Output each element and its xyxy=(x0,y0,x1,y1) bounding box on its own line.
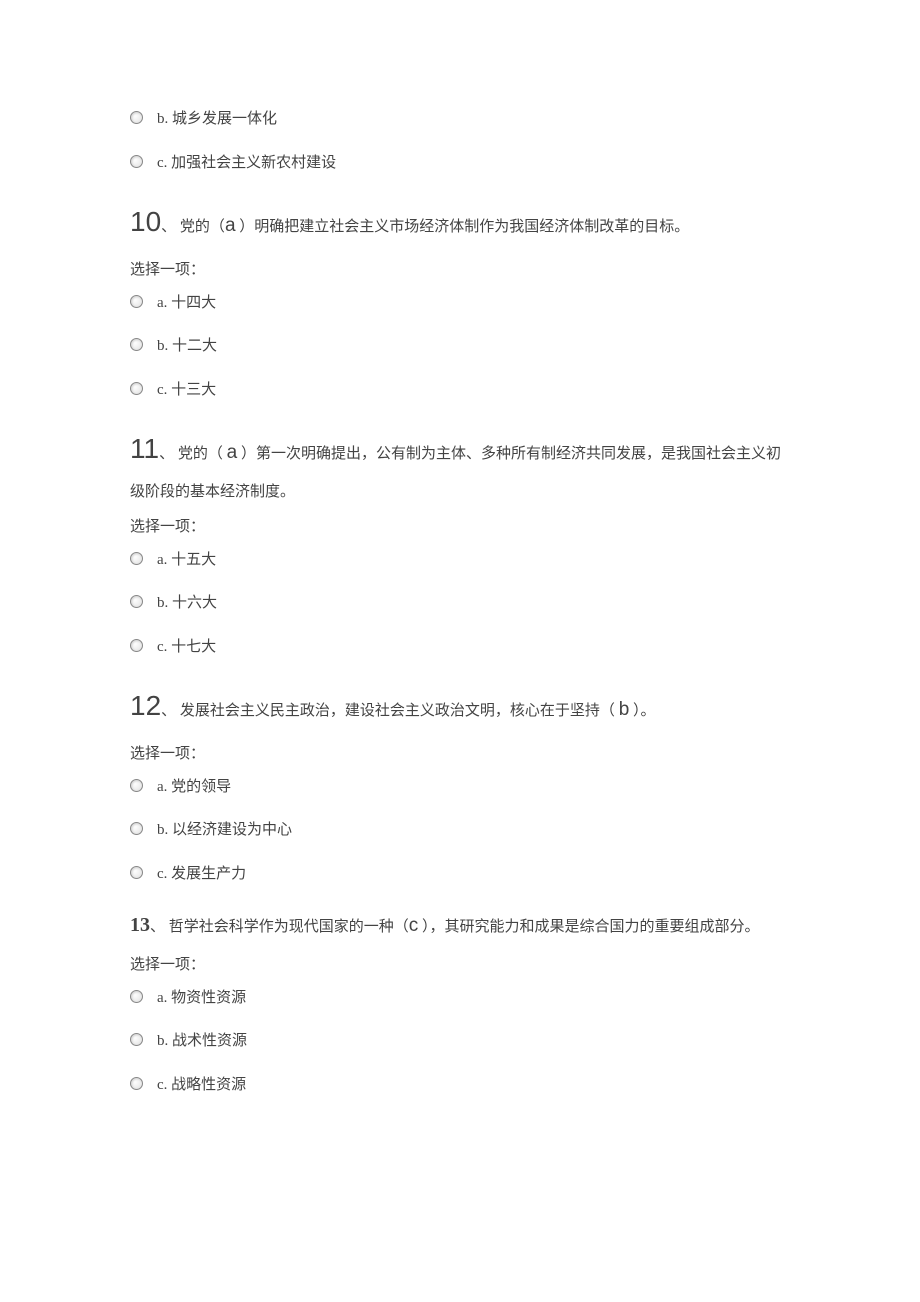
option-row[interactable]: c. 十三大 xyxy=(130,378,790,404)
option-text: a. 十四大 xyxy=(157,291,216,317)
radio-icon[interactable] xyxy=(130,382,143,395)
select-prompt: 选择一项： xyxy=(130,258,790,284)
radio-icon[interactable] xyxy=(130,990,143,1003)
option-row[interactable]: b. 以经济建设为中心 xyxy=(130,818,790,844)
radio-icon[interactable] xyxy=(130,1077,143,1090)
answer-letter: b xyxy=(619,699,630,720)
radio-icon[interactable] xyxy=(130,111,143,124)
enumerator: 、 xyxy=(150,919,165,935)
radio-icon[interactable] xyxy=(130,338,143,351)
radio-icon[interactable] xyxy=(130,779,143,792)
option-text: c. 发展生产力 xyxy=(157,862,246,888)
radio-icon[interactable] xyxy=(130,822,143,835)
option-text: b. 战术性资源 xyxy=(157,1029,247,1055)
question-12: 12、 发展社会主义民主政治，建设社会主义政治文明，核心在于坚持（ b ）。 xyxy=(130,678,790,734)
question-number: 12 xyxy=(130,690,161,721)
answer-letter: c xyxy=(409,915,419,936)
option-text: a. 物资性资源 xyxy=(157,986,246,1012)
question-text-pre: 党的（ xyxy=(180,219,225,235)
option-text: b. 十二大 xyxy=(157,334,217,360)
question-10: 10、 党的（a ）明确把建立社会主义市场经济体制作为我国经济体制改革的目标。 xyxy=(130,194,790,250)
option-row[interactable]: c. 发展生产力 xyxy=(130,862,790,888)
option-text: c. 加强社会主义新农村建设 xyxy=(157,151,336,177)
option-text: a. 党的领导 xyxy=(157,775,231,801)
option-text: c. 十七大 xyxy=(157,635,216,661)
enumerator: 、 xyxy=(159,446,174,462)
option-row[interactable]: b. 城乡发展一体化 xyxy=(130,107,790,133)
option-row[interactable]: a. 物资性资源 xyxy=(130,986,790,1012)
question-text-pre: 哲学社会科学作为现代国家的一种（ xyxy=(169,919,409,935)
question-13: 13、 哲学社会科学作为现代国家的一种（c ），其研究能力和成果是综合国力的重要… xyxy=(130,905,790,945)
option-row[interactable]: c. 加强社会主义新农村建设 xyxy=(130,151,790,177)
option-row[interactable]: a. 十四大 xyxy=(130,291,790,317)
question-text-pre: 发展社会主义民主政治，建设社会主义政治文明，核心在于坚持（ xyxy=(180,703,619,719)
option-row[interactable]: b. 十二大 xyxy=(130,334,790,360)
question-number: 13 xyxy=(130,914,150,936)
question-text-pre: 党的（ xyxy=(178,446,227,462)
option-row[interactable]: b. 十六大 xyxy=(130,591,790,617)
question-11: 11、 党的（ a ）第一次明确提出，公有制为主体、多种所有制经济共同发展，是我… xyxy=(130,421,790,507)
enumerator: 、 xyxy=(161,219,176,235)
option-text: c. 战略性资源 xyxy=(157,1073,246,1099)
option-row[interactable]: b. 战术性资源 xyxy=(130,1029,790,1055)
radio-icon[interactable] xyxy=(130,295,143,308)
option-row[interactable]: a. 党的领导 xyxy=(130,775,790,801)
option-row[interactable]: c. 战略性资源 xyxy=(130,1073,790,1099)
answer-letter: a xyxy=(225,215,236,236)
option-text: c. 十三大 xyxy=(157,378,216,404)
option-text: b. 城乡发展一体化 xyxy=(157,107,277,133)
radio-icon[interactable] xyxy=(130,552,143,565)
question-text-post: ），其研究能力和成果是综合国力的重要组成部分。 xyxy=(418,919,759,935)
question-text-post: ）明确把建立社会主义市场经济体制作为我国经济体制改革的目标。 xyxy=(236,219,690,235)
radio-icon[interactable] xyxy=(130,595,143,608)
question-number: 10 xyxy=(130,206,161,237)
option-row[interactable]: a. 十五大 xyxy=(130,548,790,574)
option-text: a. 十五大 xyxy=(157,548,216,574)
answer-letter: a xyxy=(227,442,238,463)
select-prompt: 选择一项： xyxy=(130,742,790,768)
question-text-post: ）。 xyxy=(629,703,655,719)
orphan-options-block: b. 城乡发展一体化 c. 加强社会主义新农村建设 xyxy=(130,107,790,176)
radio-icon[interactable] xyxy=(130,866,143,879)
option-text: b. 十六大 xyxy=(157,591,217,617)
option-row[interactable]: c. 十七大 xyxy=(130,635,790,661)
option-text: b. 以经济建设为中心 xyxy=(157,818,292,844)
radio-icon[interactable] xyxy=(130,1033,143,1046)
question-number: 11 xyxy=(130,433,159,464)
radio-icon[interactable] xyxy=(130,639,143,652)
select-prompt: 选择一项： xyxy=(130,953,790,979)
radio-icon[interactable] xyxy=(130,155,143,168)
select-prompt: 选择一项： xyxy=(130,515,790,541)
enumerator: 、 xyxy=(161,703,176,719)
